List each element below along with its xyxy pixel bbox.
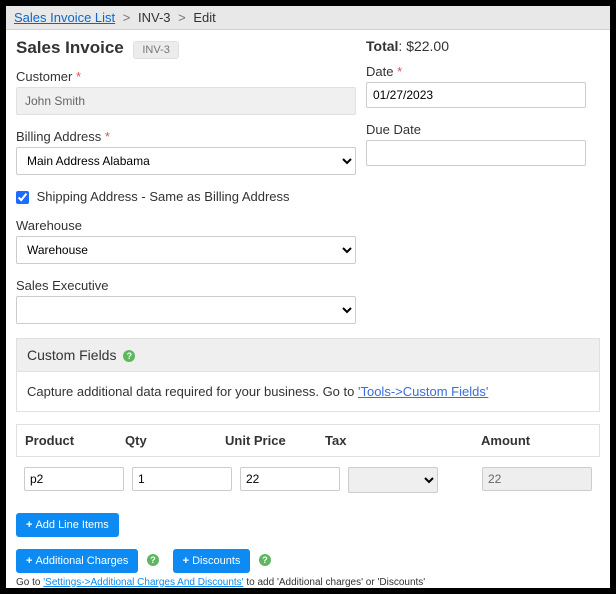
col-tax: Tax xyxy=(325,433,415,448)
breadcrumb-root-link[interactable]: Sales Invoice List xyxy=(14,10,115,25)
custom-fields-link[interactable]: 'Tools->Custom Fields' xyxy=(358,384,488,399)
breadcrumb-item: INV-3 xyxy=(138,10,171,25)
plus-icon: + xyxy=(26,555,32,567)
line-item-row xyxy=(16,457,600,503)
discounts-button[interactable]: +Discounts xyxy=(173,549,251,573)
unit-price-input[interactable] xyxy=(240,467,340,491)
breadcrumb-sep: > xyxy=(123,10,131,25)
amount-output xyxy=(482,467,592,491)
col-amount: Amount xyxy=(481,433,591,448)
salesexec-select[interactable] xyxy=(16,296,356,324)
line-items-header: Product Qty Unit Price Tax Amount xyxy=(16,424,600,457)
page-title: Sales Invoice xyxy=(16,38,124,58)
help-icon[interactable]: ? xyxy=(123,350,135,362)
plus-icon: + xyxy=(183,555,189,567)
custom-fields-header: Custom Fields ? xyxy=(16,338,600,372)
date-label: Date * xyxy=(366,64,586,79)
total-display: Total: $22.00 xyxy=(366,38,586,54)
plus-icon: + xyxy=(26,519,32,531)
warehouse-select[interactable]: Warehouse xyxy=(16,236,356,264)
due-date-label: Due Date xyxy=(366,122,586,137)
ship-same-label: Shipping Address - Same as Billing Addre… xyxy=(37,189,290,204)
invoice-id-chip: INV-3 xyxy=(133,41,179,59)
help-icon[interactable]: ? xyxy=(147,554,159,566)
product-input[interactable] xyxy=(24,467,124,491)
breadcrumb: Sales Invoice List > INV-3 > Edit xyxy=(6,6,610,30)
help-icon[interactable]: ? xyxy=(259,554,271,566)
warehouse-label: Warehouse xyxy=(16,218,356,233)
tax-select[interactable] xyxy=(348,467,438,493)
add-line-items-button[interactable]: +Add Line Items xyxy=(16,513,119,537)
customer-value[interactable]: John Smith xyxy=(16,87,356,115)
billing-label: Billing Address * xyxy=(16,129,356,144)
salesexec-label: Sales Executive xyxy=(16,278,356,293)
breadcrumb-leaf: Edit xyxy=(193,10,215,25)
col-qty: Qty xyxy=(125,433,225,448)
breadcrumb-sep: > xyxy=(178,10,186,25)
col-product: Product xyxy=(25,433,125,448)
col-price: Unit Price xyxy=(225,433,325,448)
qty-input[interactable] xyxy=(132,467,232,491)
customer-label: Customer * xyxy=(16,69,356,84)
billing-address-select[interactable]: Main Address Alabama xyxy=(16,147,356,175)
ship-same-checkbox[interactable] xyxy=(16,191,29,204)
settings-link[interactable]: 'Settings->Additional Charges And Discou… xyxy=(43,577,243,588)
custom-fields-body: Capture additional data required for you… xyxy=(16,372,600,412)
date-field[interactable] xyxy=(366,82,586,108)
charges-hint: Go to 'Settings->Additional Charges And … xyxy=(16,577,600,588)
additional-charges-button[interactable]: +Additional Charges xyxy=(16,549,138,573)
due-date-field[interactable] xyxy=(366,140,586,166)
